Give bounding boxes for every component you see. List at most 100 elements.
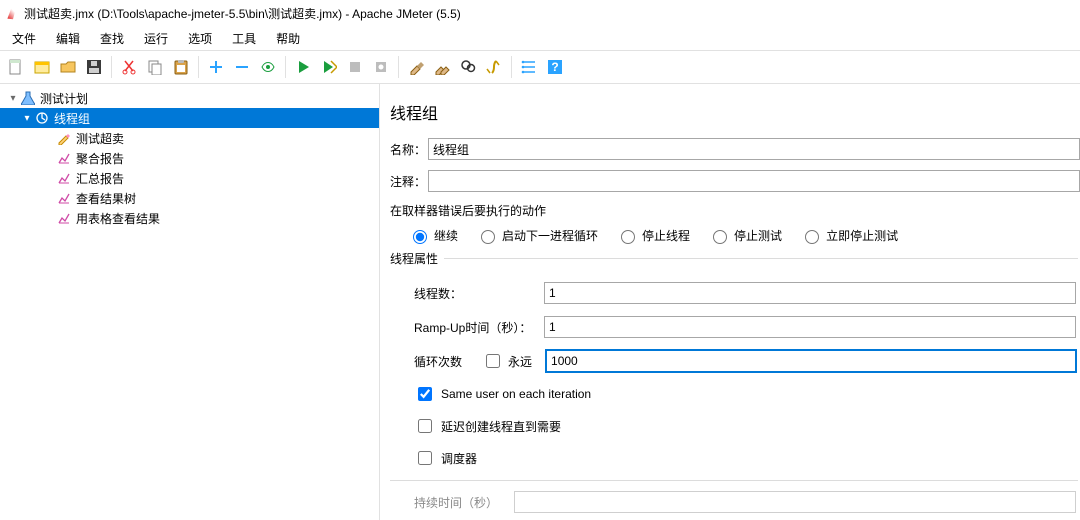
scheduler-checkbox[interactable] [418, 451, 432, 465]
menu-run[interactable]: 运行 [134, 27, 178, 50]
cut-icon[interactable] [117, 55, 141, 79]
same-user-row[interactable]: Same user on each iteration [414, 384, 1078, 404]
tree-node-thread-group[interactable]: ▾ 线程组 [0, 108, 379, 128]
tree-twisty-icon[interactable]: ▾ [20, 113, 34, 124]
expand-icon[interactable] [204, 55, 228, 79]
name-input[interactable] [428, 138, 1080, 160]
tree-label: 用表格查看结果 [76, 210, 160, 227]
menu-tools[interactable]: 工具 [222, 27, 266, 50]
toolbar-separator [285, 56, 286, 78]
toolbar-separator [511, 56, 512, 78]
search-icon[interactable] [456, 55, 480, 79]
duration-label: 持续时间（秒） [414, 494, 514, 511]
toolbar-separator [111, 56, 112, 78]
toolbar-separator [198, 56, 199, 78]
menu-options[interactable]: 选项 [178, 27, 222, 50]
scheduler-label: 调度器 [441, 450, 477, 467]
tree-node-listener[interactable]: 聚合报告 [0, 148, 379, 168]
shutdown-icon[interactable] [369, 55, 393, 79]
help-icon[interactable]: ? [543, 55, 567, 79]
radio-stop-test[interactable]: 停止测试 [708, 227, 782, 244]
on-error-radio-group: 继续 启动下一进程循环 停止线程 停止测试 立即停止测试 [408, 227, 1080, 244]
flask-icon [20, 90, 36, 106]
tree-node-test-plan[interactable]: ▾ 测试计划 [0, 88, 379, 108]
tree-label: 测试计划 [40, 90, 88, 107]
thread-properties-group: 线程属性 线程数： Ramp-Up时间（秒）： 循环次数 永远 Same use… [390, 258, 1078, 520]
threads-label: 线程数： [414, 285, 544, 302]
radio-stop-now-input[interactable] [805, 230, 819, 244]
toolbar-separator [398, 56, 399, 78]
paste-icon[interactable] [169, 55, 193, 79]
radio-stop-now[interactable]: 立即停止测试 [800, 227, 898, 244]
loop-forever-input[interactable] [486, 354, 500, 368]
radio-stop-thread-input[interactable] [621, 230, 635, 244]
clear-all-icon[interactable] [430, 55, 454, 79]
tree-node-listener[interactable]: 汇总报告 [0, 168, 379, 188]
panel-title: 线程组 [390, 100, 1080, 124]
tree-label: 汇总报告 [76, 170, 124, 187]
radio-next-loop-input[interactable] [481, 230, 495, 244]
threads-input[interactable] [544, 282, 1076, 304]
tree-label: 线程组 [54, 110, 90, 127]
rampup-label: Ramp-Up时间（秒）： [414, 319, 544, 336]
window-titlebar: 测试超卖.jmx (D:\Tools\apache-jmeter-5.5\bin… [0, 0, 1080, 26]
pencil-icon [56, 130, 72, 146]
delay-create-checkbox[interactable] [418, 419, 432, 433]
svg-text:?: ? [551, 60, 558, 74]
radio-stop-test-input[interactable] [713, 230, 727, 244]
copy-icon[interactable] [143, 55, 167, 79]
run-icon[interactable] [291, 55, 315, 79]
comment-input[interactable] [428, 170, 1080, 192]
loop-count-input[interactable] [546, 350, 1076, 372]
function-icon[interactable] [482, 55, 506, 79]
loop-forever-checkbox[interactable]: 永远 [482, 351, 532, 371]
save-icon[interactable] [82, 55, 106, 79]
chart-icon [56, 170, 72, 186]
tree-label: 测试超卖 [76, 130, 124, 147]
menu-file[interactable]: 文件 [2, 27, 46, 50]
rampup-input[interactable] [544, 316, 1076, 338]
tree-node-listener[interactable]: 用表格查看结果 [0, 208, 379, 228]
menu-edit[interactable]: 编辑 [46, 27, 90, 50]
window-title: 测试超卖.jmx (D:\Tools\apache-jmeter-5.5\bin… [24, 5, 461, 22]
new-file-icon[interactable] [4, 55, 28, 79]
tree-node-sampler[interactable]: 测试超卖 [0, 128, 379, 148]
thread-properties-legend: 线程属性 [390, 250, 444, 267]
menu-help[interactable]: 帮助 [266, 27, 310, 50]
chart-icon [56, 190, 72, 206]
duration-input [514, 491, 1076, 513]
toolbar: ? [0, 50, 1080, 84]
name-label: 名称： [390, 141, 428, 158]
menu-bar: 文件 编辑 查找 运行 选项 工具 帮助 [0, 26, 1080, 50]
toggle-icon[interactable] [256, 55, 280, 79]
same-user-label: Same user on each iteration [441, 387, 591, 401]
tree-label: 聚合报告 [76, 150, 124, 167]
loop-label: 循环次数 [414, 353, 482, 370]
tree-twisty-icon[interactable]: ▾ [6, 93, 20, 104]
jmeter-logo-icon [6, 6, 20, 20]
radio-continue[interactable]: 继续 [408, 227, 458, 244]
thread-group-panel: 线程组 名称： 注释： 在取样器错误后要执行的动作 继续 启动下一进程循环 停止… [380, 84, 1080, 520]
same-user-checkbox[interactable] [418, 387, 432, 401]
comment-label: 注释： [390, 173, 428, 190]
collapse-icon[interactable] [230, 55, 254, 79]
run-no-pause-icon[interactable] [317, 55, 341, 79]
menu-search[interactable]: 查找 [90, 27, 134, 50]
thread-group-icon [34, 110, 50, 126]
open-icon[interactable] [56, 55, 80, 79]
chart-icon [56, 210, 72, 226]
radio-next-loop[interactable]: 启动下一进程循环 [476, 227, 598, 244]
delay-create-row[interactable]: 延迟创建线程直到需要 [414, 416, 1078, 436]
chart-icon [56, 150, 72, 166]
radio-continue-input[interactable] [413, 230, 427, 244]
delay-create-label: 延迟创建线程直到需要 [441, 418, 561, 435]
radio-stop-thread[interactable]: 停止线程 [616, 227, 690, 244]
scheduler-row[interactable]: 调度器 [414, 448, 1078, 468]
clear-icon[interactable] [404, 55, 428, 79]
options-icon[interactable] [517, 55, 541, 79]
templates-icon[interactable] [30, 55, 54, 79]
stop-icon[interactable] [343, 55, 367, 79]
tree-node-listener[interactable]: 查看结果树 [0, 188, 379, 208]
on-error-group-label: 在取样器错误后要执行的动作 [390, 202, 1080, 219]
test-plan-tree[interactable]: ▾ 测试计划 ▾ 线程组 测试超卖 聚合报告 汇总报告 查看结果树 [0, 84, 380, 520]
